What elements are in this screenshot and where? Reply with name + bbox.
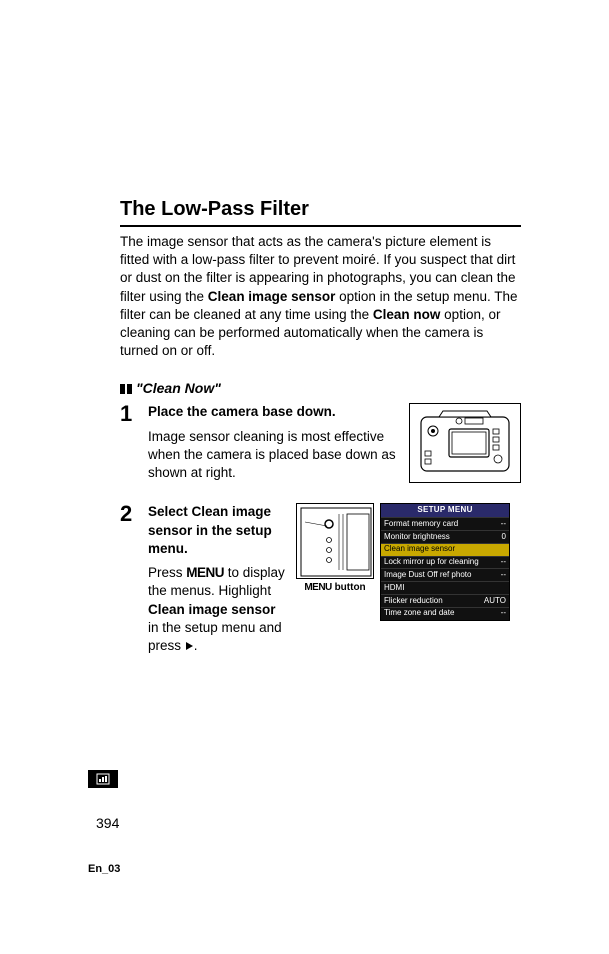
camera-back-illustration	[409, 403, 521, 483]
step-2-text-post: in the setup menu and press	[148, 620, 282, 653]
setup-menu-row: Format memory card--	[381, 517, 509, 530]
setup-menu-row: Time zone and date--	[381, 607, 509, 620]
setup-menu-row-value	[502, 544, 506, 555]
intro-bold-1: Clean image sensor	[208, 289, 336, 304]
setup-menu-header: SETUP MENU	[381, 504, 509, 517]
step-2-number: 2	[120, 503, 138, 525]
intro-paragraph: The image sensor that acts as the camera…	[120, 233, 521, 361]
document-code: En_03	[88, 862, 120, 877]
page-number: 394	[96, 814, 119, 833]
setup-menu-row-value	[502, 583, 506, 594]
setup-menu-row-label: Flicker reduction	[384, 596, 480, 607]
setup-menu-row: Image Dust Off ref photo--	[381, 568, 509, 581]
section-title: The Low-Pass Filter	[120, 196, 521, 227]
step-2-heading: Select Clean image sensor in the setup m…	[148, 503, 288, 558]
setup-menu-row: Flicker reductionAUTO	[381, 594, 509, 607]
subhead-text: "Clean Now"	[136, 380, 221, 396]
setup-menu-row-value: --	[497, 557, 506, 568]
section-tab-icon	[88, 770, 118, 788]
step-2-text: Press MENU to display the menus. Highlig…	[148, 564, 288, 655]
setup-menu-row: HDMI	[381, 581, 509, 594]
menu-caption-post: button	[335, 582, 366, 593]
menu-caption-word: MENU	[304, 582, 331, 593]
setup-menu-screenshot: SETUP MENU Format memory card--Monitor b…	[380, 503, 510, 620]
step-1-number: 1	[120, 403, 138, 425]
setup-menu-row-label: Image Dust Off ref photo	[384, 570, 497, 581]
menu-button-figure: MENU button	[296, 503, 374, 620]
setup-menu-row-label: HDMI	[384, 583, 502, 594]
step-2-head-pre: Select	[148, 504, 192, 519]
step-1-heading: Place the camera base down.	[148, 403, 397, 421]
subhead-bullet-icon	[120, 384, 132, 394]
step-2-text-pre: Press	[148, 565, 186, 580]
clean-now-subheading: "Clean Now"	[120, 379, 521, 398]
step-2-text-bold: Clean image sensor	[148, 602, 276, 617]
setup-menu-row-value: --	[497, 570, 506, 581]
setup-menu-row: Lock mirror up for cleaning--	[381, 556, 509, 569]
setup-menu-row-value: --	[497, 519, 506, 530]
step-2: 2 Select Clean image sensor in the setup…	[120, 503, 521, 655]
setup-menu-row-value: 0	[498, 532, 506, 543]
setup-menu-row-value: AUTO	[480, 596, 506, 607]
setup-menu-row-label: Clean image sensor	[384, 544, 502, 555]
menu-button-caption: MENU button	[296, 581, 374, 595]
setup-menu-row-label: Lock mirror up for cleaning	[384, 557, 497, 568]
setup-menu-row-label: Monitor brightness	[384, 532, 498, 543]
right-triangle-icon	[186, 642, 193, 650]
setup-menu-row: Monitor brightness0	[381, 530, 509, 543]
step-1-text: Image sensor cleaning is most effective …	[148, 428, 397, 483]
step-1: 1 Place the camera base down. Image sens…	[120, 403, 521, 483]
setup-menu-row: Clean image sensor	[381, 543, 509, 556]
setup-menu-row-label: Format memory card	[384, 519, 497, 530]
intro-bold-2: Clean now	[373, 307, 441, 322]
menu-word: MENU	[186, 565, 224, 580]
setup-menu-row-value: --	[497, 608, 506, 619]
setup-menu-row-label: Time zone and date	[384, 608, 497, 619]
